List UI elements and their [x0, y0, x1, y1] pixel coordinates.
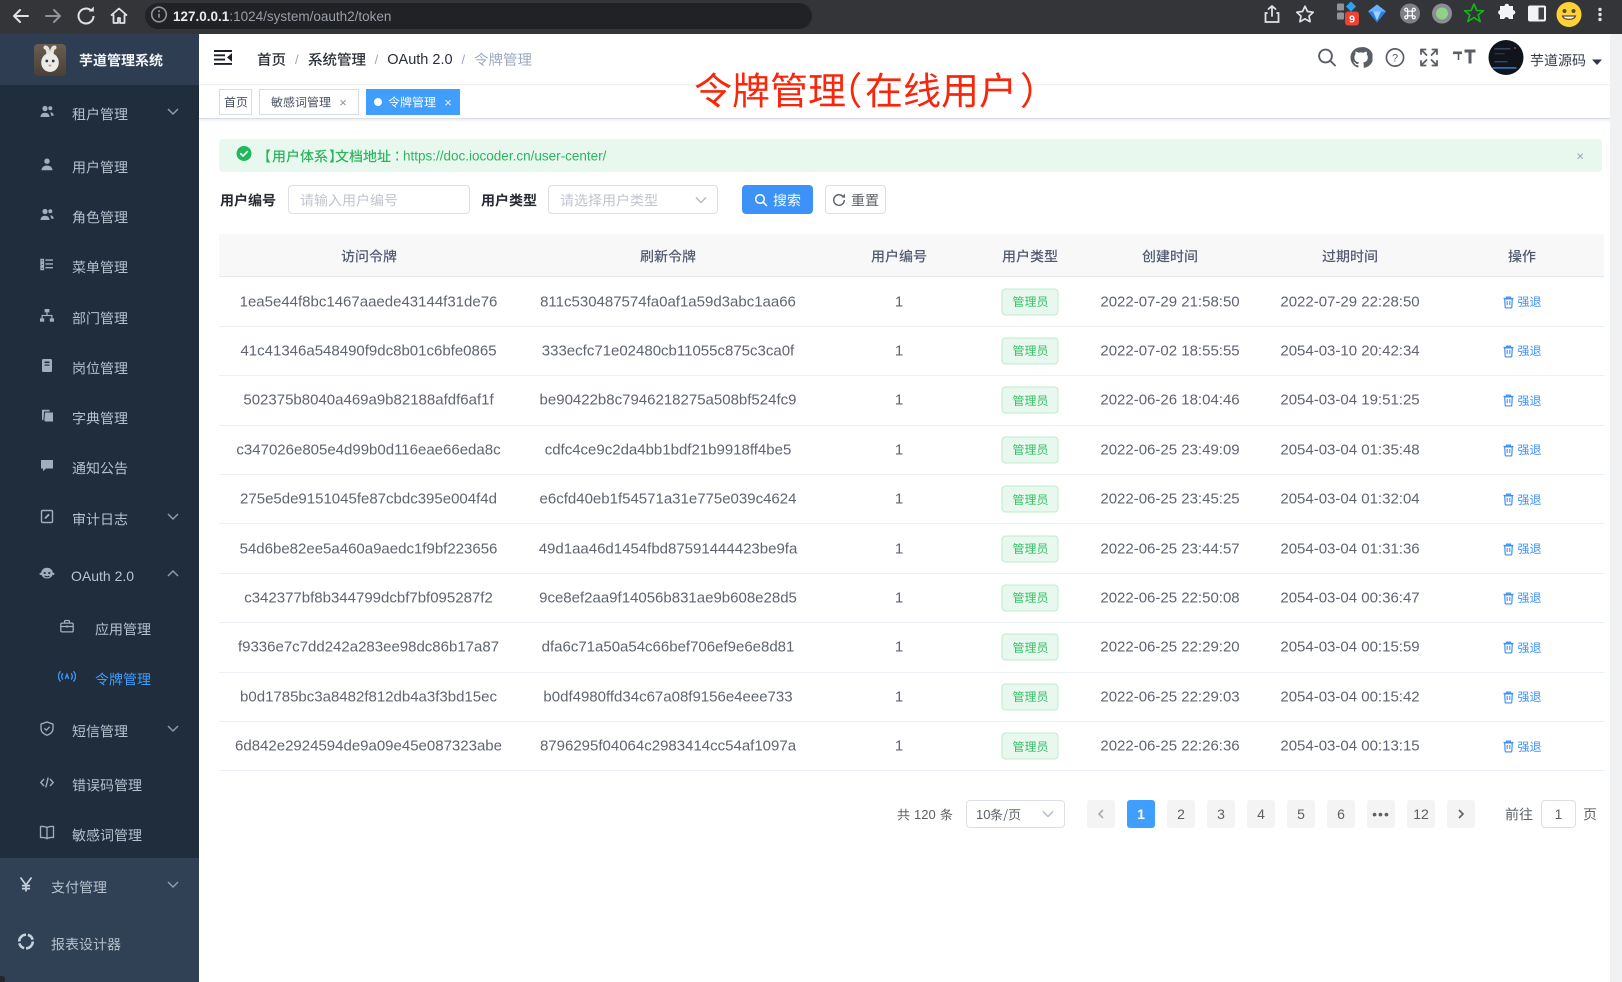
svg-text:?: ?	[1392, 53, 1398, 65]
svg-text:9: 9	[1349, 14, 1355, 26]
